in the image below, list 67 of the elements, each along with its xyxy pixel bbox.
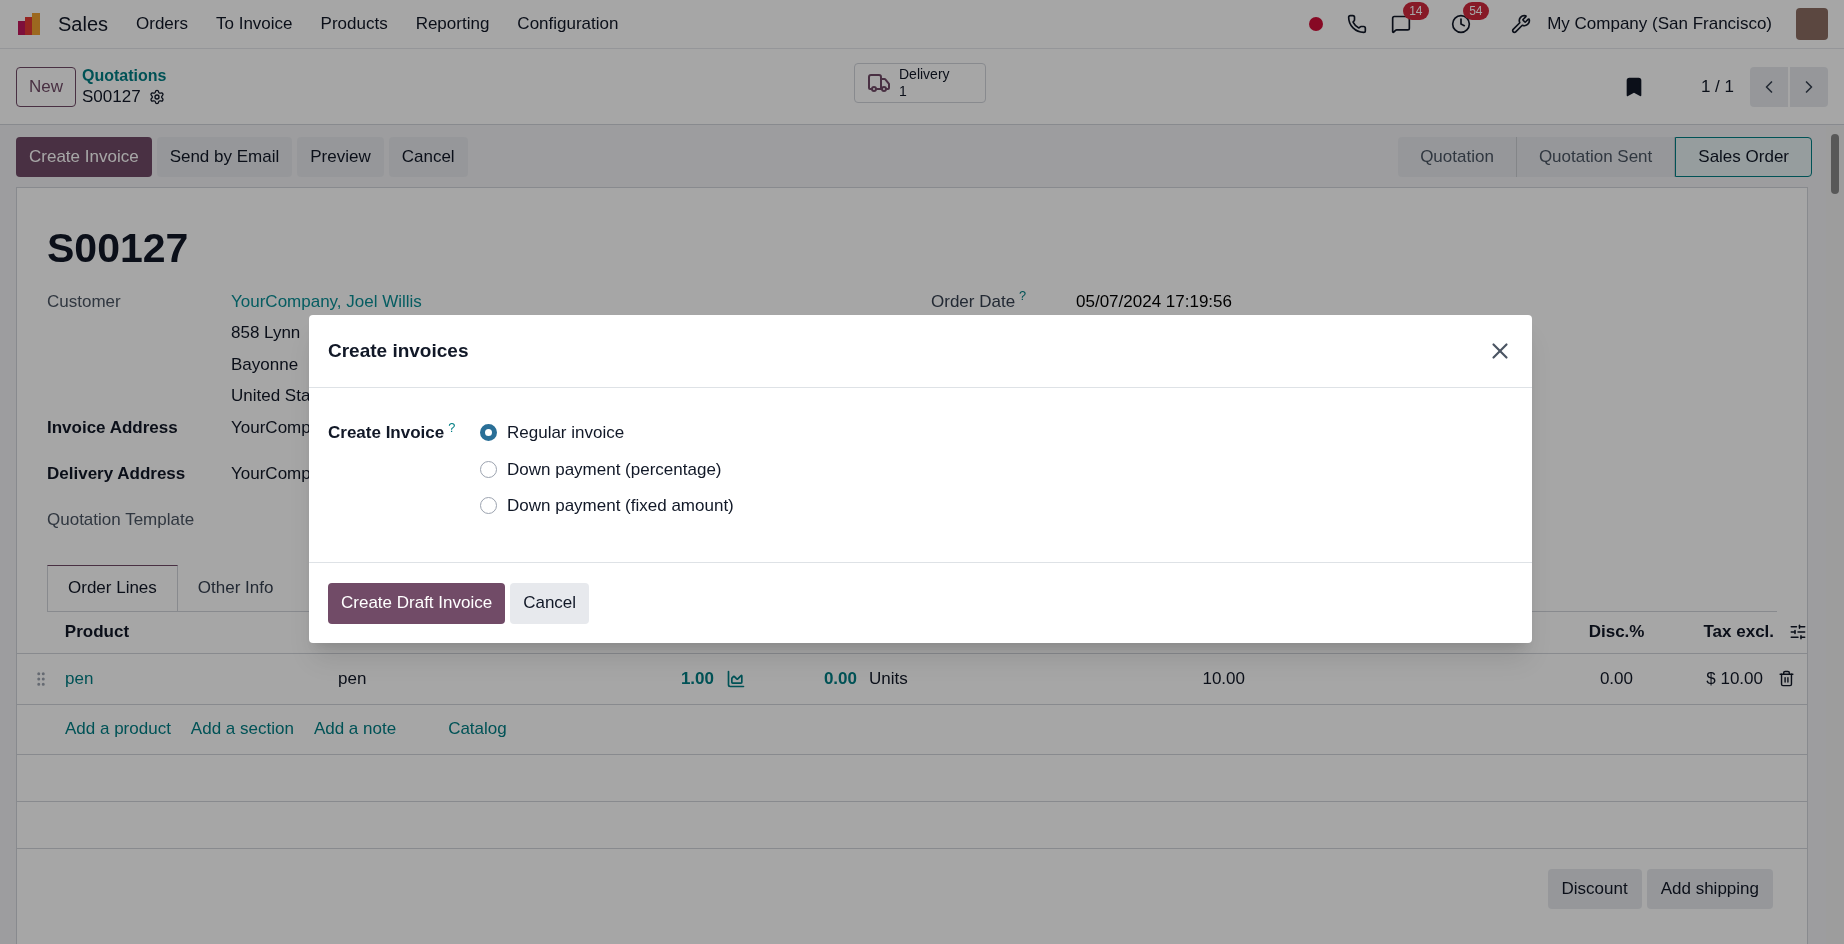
table-cell-text: Units [868,667,909,690]
column-settings-icon[interactable] [1789,623,1807,641]
activity-count-badge: 54 [1463,2,1489,20]
field-value: YourComp [231,416,311,439]
table-cell-text: 0.00 [822,667,857,690]
radio-option[interactable]: Regular invoice [480,420,734,446]
action-button[interactable]: Create Invoice [16,137,152,177]
address-line: Bayonne [231,353,300,376]
company-switcher[interactable]: My Company (San Francisco) [1547,11,1772,37]
table-cell-text: 1.00 [679,667,714,690]
field-label: Create Invoice $^{?}$ [328,420,457,444]
menu-item[interactable]: Orders [136,11,188,37]
breadcrumb-link[interactable]: Quotations [82,65,167,86]
radio-option[interactable]: Down payment (fixed amount) [480,493,734,519]
menu-item[interactable]: To Invoice [216,11,293,37]
menu-item[interactable]: Configuration [517,11,619,37]
delivery-smart-button[interactable]: Delivery 1 [854,63,986,103]
radio-option[interactable]: Down payment (percentage) [480,456,734,482]
form-tab[interactable]: Other Info [177,564,294,611]
menu-item[interactable]: Reporting [415,11,490,37]
action-button[interactable]: Send by Email [156,137,293,177]
order-title: S00127 [47,224,190,273]
status-stage[interactable]: Sales Order [1675,137,1812,177]
action-button[interactable]: Cancel [388,137,468,177]
footer-button[interactable]: Discount [1547,868,1642,909]
footer-button[interactable]: Add shipping [1646,868,1773,909]
field-label: Delivery Address [47,462,187,485]
dialog-title: Create invoices [328,338,469,363]
clock-icon[interactable] [1451,14,1472,34]
form-tab[interactable]: Order Lines [47,564,178,611]
chat-icon[interactable] [1391,14,1412,34]
action-button[interactable]: Preview [297,137,384,177]
address-line: United Sta [231,385,312,407]
app-logo-icon [16,11,42,37]
tools-icon[interactable] [1511,14,1532,34]
product-link[interactable]: pen [65,665,338,692]
menu-item[interactable]: Products [320,11,388,37]
truck-icon [867,71,891,95]
message-count-badge: 14 [1403,2,1429,20]
dialog-button[interactable]: Cancel [510,582,590,624]
table-cell-text: 0.00 [1598,667,1633,690]
field-value: YourComp [231,462,311,485]
phone-icon[interactable] [1347,14,1368,34]
add-line-link[interactable]: Catalog [448,716,507,742]
address-line: 858 Lynn [231,322,302,344]
forecast-chart-icon[interactable] [726,668,746,689]
add-line-link[interactable]: Add a product [65,716,171,742]
app-name[interactable]: Sales [58,9,109,39]
record-name: S00127 [82,85,141,108]
delete-icon[interactable] [1778,670,1795,687]
pager-value: 1 / 1 [1700,75,1734,98]
new-button[interactable]: New [16,66,76,107]
table-cell-text: 10.00 [1201,667,1245,690]
table-cell-text: pen [338,667,368,690]
column-header[interactable]: Disc.% [1548,619,1645,645]
field-label: Invoice Address [47,416,179,439]
field-label: Customer [47,290,122,313]
column-header[interactable]: Tax excl. [1644,619,1775,645]
add-line-link[interactable]: Add a section [190,716,294,742]
field-label: Quotation Template [47,508,196,531]
dialog-button[interactable]: Create Draft Invoice [328,582,506,624]
add-line-link[interactable]: Add a note [313,716,397,742]
field-label: Order Date $^{?}$ [931,288,1028,313]
field-value: 05/07/2024 17:19:56 [1076,290,1232,313]
status-stage[interactable]: Quotation [1398,137,1517,177]
settings-icon[interactable] [148,88,165,105]
table-cell-text: $ 10.00 [1705,667,1763,690]
